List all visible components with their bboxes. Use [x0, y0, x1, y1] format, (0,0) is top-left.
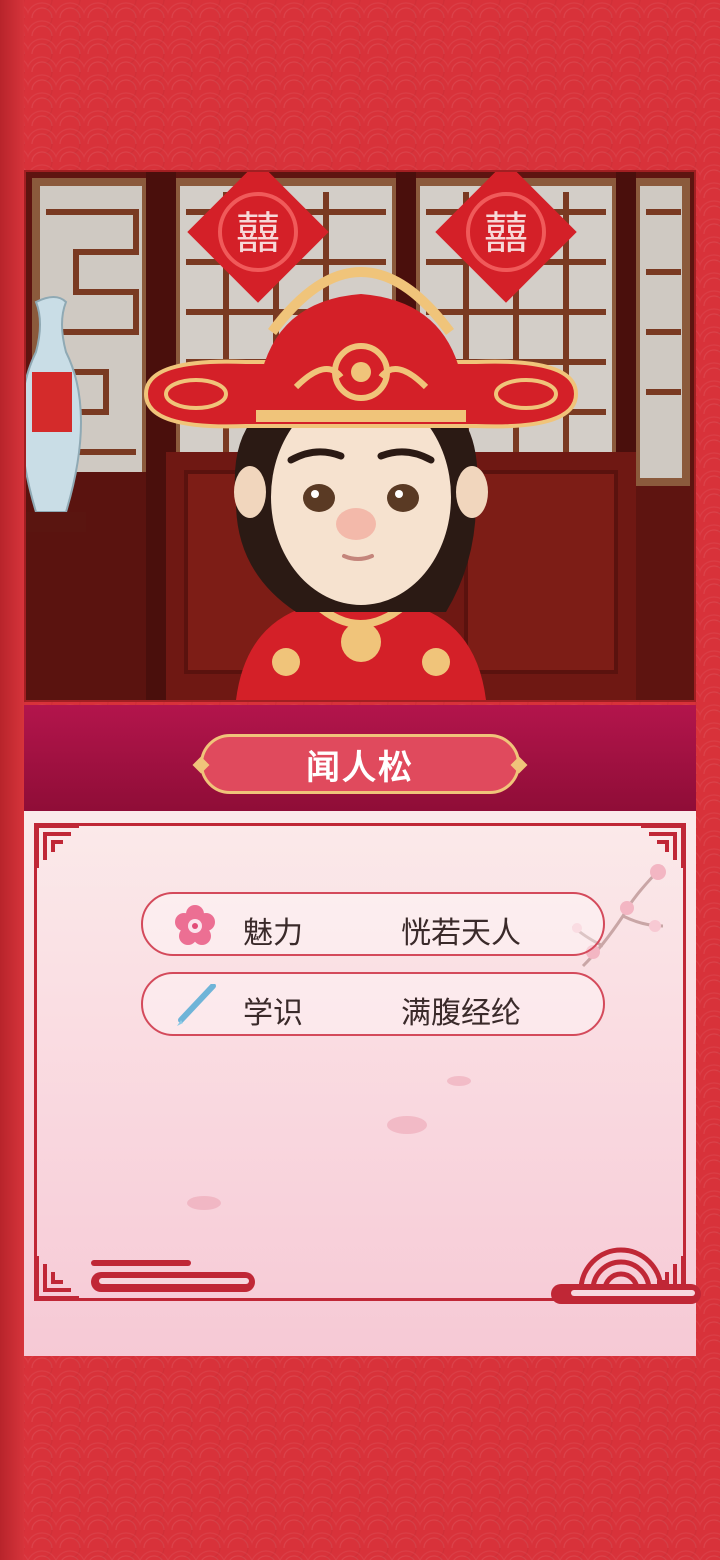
sun-arc-decoration-right: [551, 1247, 701, 1304]
attribute-row-charm: 魅力 恍若天人: [141, 892, 605, 956]
svg-text:囍: 囍: [236, 208, 280, 259]
attribute-label: 学识: [243, 996, 303, 1031]
corner-ornament-bottom-left: [35, 1256, 79, 1300]
plum-blossom-icon: [175, 905, 215, 945]
attribute-value: 满腹经纶: [401, 996, 521, 1031]
attribute-label: 魅力: [243, 916, 303, 951]
brush-pen-icon: [177, 984, 216, 1026]
cloud-bar-decoration-left: [91, 1260, 255, 1292]
character-scene: 囍 囍: [26, 172, 694, 700]
petal-decoration: [447, 1076, 471, 1086]
corner-ornament-top-left: [35, 824, 79, 868]
attribute-panel: 魅力 恍若天人 学识 满腹经纶: [24, 811, 701, 1356]
character-name: 闻人松: [306, 747, 414, 788]
petal-decoration: [187, 1196, 221, 1210]
left-edge-strip: [0, 0, 24, 1560]
attribute-row-knowledge: 学识 满腹经纶: [141, 972, 605, 1036]
panel-frame: 魅力 恍若天人 学识 满腹经纶: [34, 823, 701, 1304]
petal-decoration: [387, 1116, 427, 1134]
svg-text:囍: 囍: [484, 208, 528, 259]
character-name-plate: 闻人松: [192, 734, 528, 794]
attribute-value: 恍若天人: [401, 916, 521, 951]
